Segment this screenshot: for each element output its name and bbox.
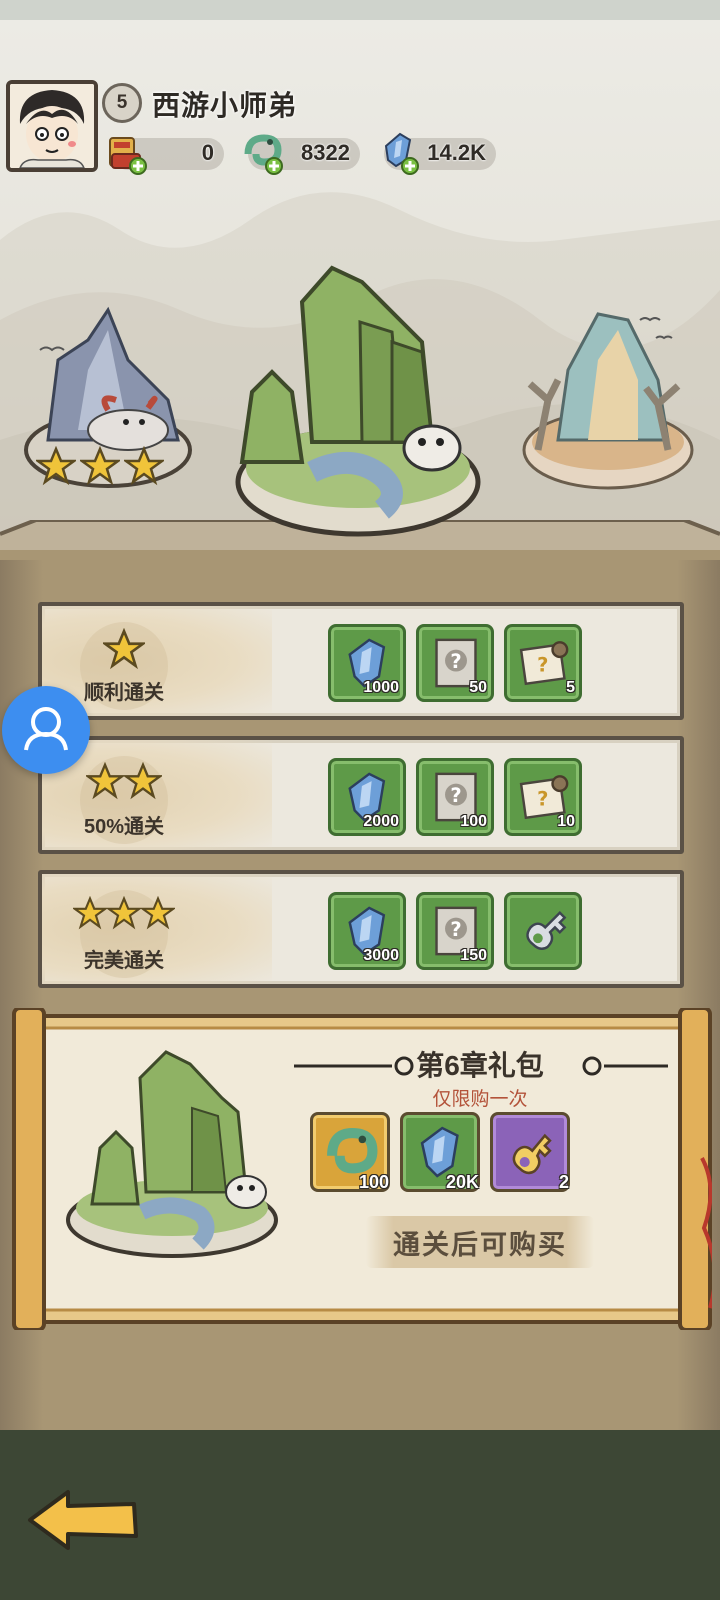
reward-item[interactable]: 1000: [328, 624, 406, 702]
gift-item[interactable]: 100: [310, 1112, 390, 1192]
gold-key-icon: [512, 1133, 552, 1175]
row-3-label: 完美通关: [84, 950, 164, 972]
reward-item[interactable]: ? 150: [416, 892, 494, 970]
resource-jade-value: 8322: [301, 140, 350, 165]
resource-ticket-value: 0: [201, 140, 214, 165]
back-arrow-button[interactable]: [24, 1488, 142, 1552]
top-strip: [0, 0, 720, 20]
row-3-stars: [42, 896, 206, 930]
resource-jade[interactable]: 8322: [244, 134, 360, 175]
star-icon: [141, 896, 175, 930]
star-icon: [80, 446, 120, 486]
star-icon: [124, 762, 162, 800]
reward-item[interactable]: ? 10: [504, 758, 582, 836]
silver-key-icon: [526, 911, 567, 950]
star-icon: [124, 446, 164, 486]
resource-crystal[interactable]: 14.2K: [384, 132, 496, 175]
mystery-scroll-icon: ?: [519, 641, 569, 686]
gift-pack-title: 第6章礼包: [416, 1050, 544, 1081]
reward-row-2: 50%通关 2000 ? 100 ? 10: [38, 736, 684, 854]
gift-item[interactable]: 20K: [400, 1112, 480, 1192]
buy-after-clear-button[interactable]: 通关后可购买: [366, 1216, 594, 1268]
row-2-label: 50%通关: [83, 816, 165, 838]
svg-text:?: ?: [450, 918, 461, 941]
svg-text:?: ?: [537, 788, 548, 811]
assistant-float-button[interactable]: [2, 686, 90, 774]
svg-text:?: ?: [450, 650, 461, 673]
gift-item[interactable]: 2: [490, 1112, 570, 1192]
star-icon: [103, 628, 145, 670]
stage-next[interactable]: [518, 300, 698, 500]
scroll-ticket-icon: [109, 137, 147, 175]
reward-item[interactable]: ? 100: [416, 758, 494, 836]
reward-row-3: 完美通关 3000 ? 150: [38, 870, 684, 988]
reward-item[interactable]: ? 5: [504, 624, 582, 702]
star-icon: [73, 896, 107, 930]
player-avatar[interactable]: [6, 80, 98, 172]
gift-pack-limit: 仅限购一次: [432, 1089, 528, 1110]
player-level-badge: 5: [102, 83, 142, 123]
star-icon: [86, 762, 124, 800]
stage-current[interactable]: [232, 262, 484, 542]
resource-ticket[interactable]: 0: [109, 137, 224, 175]
player-name: 西游小师弟: [152, 90, 298, 121]
row-1-stars: [42, 628, 206, 670]
stage-previous-stars: [36, 446, 164, 486]
reward-row-1: 顺利通关 1000 ? 50 ? 5: [38, 602, 684, 720]
reward-item[interactable]: ? 50: [416, 624, 494, 702]
svg-text:?: ?: [537, 654, 548, 677]
reward-item[interactable]: [504, 892, 582, 970]
resource-crystal-value: 14.2K: [427, 140, 486, 165]
star-icon: [107, 896, 141, 930]
blue-crystal-icon: [384, 132, 419, 175]
star-icon: [36, 446, 76, 486]
reward-item[interactable]: 2000: [328, 758, 406, 836]
svg-text:?: ?: [450, 784, 461, 807]
reward-item[interactable]: 3000: [328, 892, 406, 970]
jade-dragon-icon: [244, 134, 283, 175]
user-icon: [24, 707, 68, 751]
